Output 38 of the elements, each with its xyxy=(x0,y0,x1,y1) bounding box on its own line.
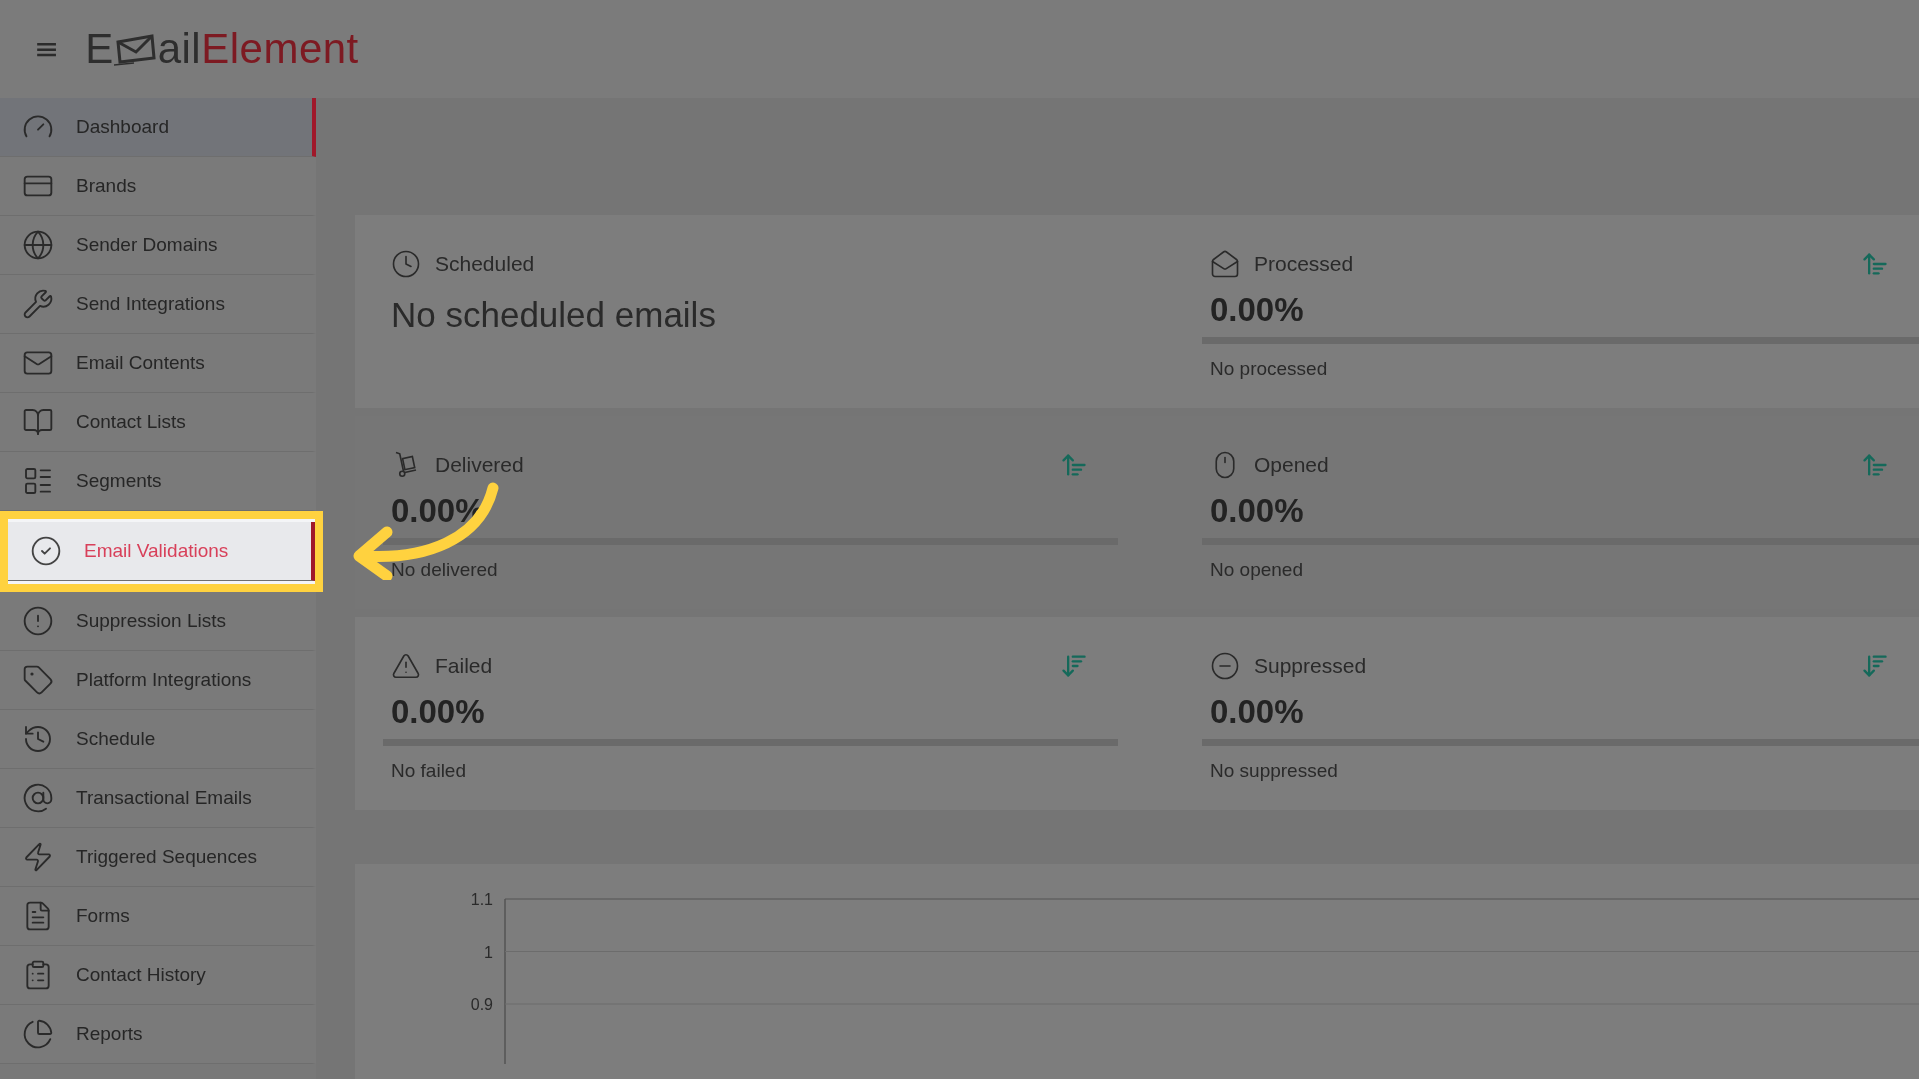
menu-icon[interactable]: ≡ xyxy=(34,34,60,64)
card-title: Suppressed xyxy=(1254,654,1368,678)
stat-note: No processed xyxy=(1209,357,1329,380)
axis-label: 1.1 xyxy=(470,891,493,908)
lightning-icon xyxy=(22,841,54,873)
clock-icon xyxy=(391,249,421,279)
wrench-icon xyxy=(22,288,54,320)
sidebar-item[interactable]: Email Validations xyxy=(8,522,315,581)
book-icon xyxy=(22,406,54,438)
stat-note: No opened xyxy=(1209,558,1304,581)
minus-circle-icon xyxy=(1210,651,1240,681)
card-title: Processed xyxy=(1254,252,1355,276)
sidebar-item[interactable]: Dashboard xyxy=(0,98,316,157)
axis-label: 0.9 xyxy=(470,996,493,1013)
logo: E ailElement xyxy=(85,25,359,73)
stat-note: No delivered xyxy=(390,558,499,581)
axis-label: 1 xyxy=(484,943,493,961)
card-title: Opened xyxy=(1254,453,1330,477)
history-icon xyxy=(22,723,54,755)
check-circle-icon xyxy=(30,535,62,567)
card-title: Failed xyxy=(435,654,494,678)
stat-value: 0.00% xyxy=(1209,491,1305,531)
warning-icon xyxy=(391,651,421,681)
stat-note: No failed xyxy=(390,759,467,782)
envelope-icon xyxy=(1210,249,1240,279)
card-title: Scheduled xyxy=(435,252,536,276)
at-sign-icon xyxy=(22,782,54,814)
alert-circle-icon xyxy=(22,605,54,637)
stat-value: 0.00% xyxy=(1209,692,1305,732)
stat-note: No suppressed xyxy=(1209,759,1339,782)
card-title: Delivered xyxy=(435,453,525,477)
stat-value: 0.00% xyxy=(390,692,486,732)
card-message: No scheduled emails xyxy=(390,294,717,335)
tag-icon xyxy=(22,664,54,696)
list-icon xyxy=(22,465,54,497)
pie-chart-icon xyxy=(22,1018,54,1050)
stat-value: 0.00% xyxy=(1209,290,1305,330)
globe-icon xyxy=(22,229,54,261)
